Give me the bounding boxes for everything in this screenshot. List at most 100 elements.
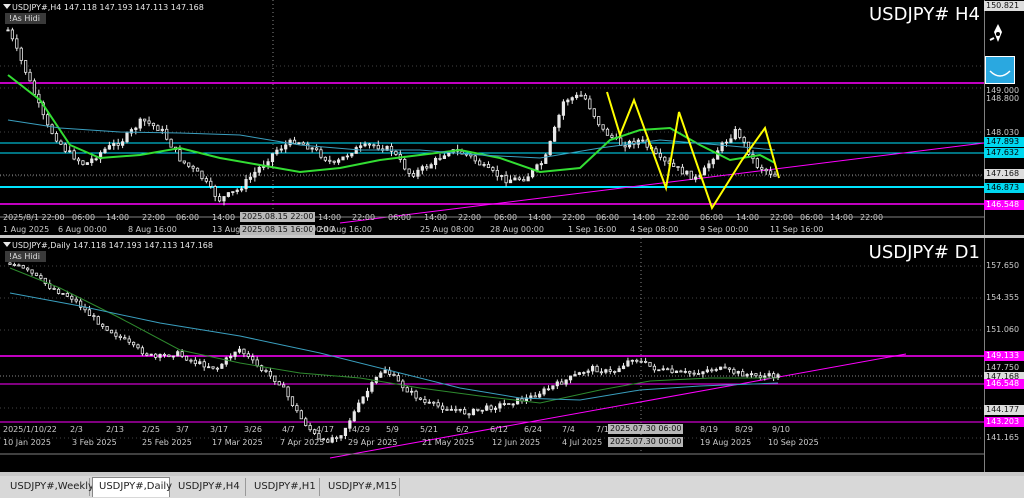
tab-weekly[interactable]: USDJPY#,Weekly — [4, 478, 94, 496]
candle-body — [724, 141, 729, 144]
candle-body — [749, 373, 754, 376]
candle-body — [745, 374, 749, 377]
candle-body — [220, 363, 224, 369]
candle-body — [237, 348, 242, 353]
d1-chart-panel[interactable]: USDJPY#,Daily 147.118 147.193 147.113 14… — [0, 238, 1024, 472]
crosshair-time-box: 2025.08.15 22:00 — [240, 212, 316, 222]
candle-body — [39, 275, 43, 279]
candle-body — [763, 375, 767, 378]
candle-body — [301, 142, 305, 145]
candle-body — [522, 179, 526, 182]
candle-body — [361, 396, 365, 404]
candle-body — [498, 403, 502, 409]
candle-body — [473, 155, 477, 162]
candle-body — [339, 435, 343, 439]
candle-body — [343, 427, 348, 436]
candle-body — [566, 99, 570, 103]
candle-body — [423, 399, 427, 403]
time-label: 3/17 — [210, 425, 228, 434]
candle-body — [332, 160, 336, 163]
candle-body — [401, 380, 405, 389]
candle-body — [156, 125, 160, 131]
candle-body — [319, 149, 323, 158]
candle-body — [134, 127, 138, 130]
candle-body — [418, 397, 423, 400]
candle-body — [195, 167, 200, 172]
indicator-icon[interactable] — [985, 56, 1015, 84]
candle-body — [74, 298, 78, 302]
candle-body — [764, 168, 768, 172]
candle-body — [676, 166, 680, 168]
candle-body — [286, 386, 290, 398]
time-label: 3/7 — [176, 425, 189, 434]
candle-body — [244, 179, 248, 190]
candle-body — [610, 134, 614, 138]
time-label: 11 Sep 16:00 — [770, 225, 824, 234]
candle-body — [160, 128, 164, 131]
h4-chart-canvas[interactable] — [0, 0, 984, 235]
candle-body — [658, 153, 662, 158]
candle-body — [507, 403, 511, 406]
tab-h4[interactable]: USDJPY#,H4 — [172, 478, 246, 496]
candle-body — [12, 264, 17, 266]
candle-body — [389, 145, 394, 152]
candle-body — [394, 150, 398, 155]
time-label: 6/2 — [456, 425, 469, 434]
time-label: 7/1 — [596, 425, 609, 434]
collapse-triangle-icon[interactable] — [3, 242, 11, 247]
candle-body — [213, 186, 217, 197]
crosshair-time-box: 2025.07.30 06:00 — [608, 424, 684, 434]
candle-body — [663, 156, 667, 162]
candle-body — [290, 396, 295, 407]
candle-body — [211, 366, 215, 369]
d1-chart-title: USDJPY# D1 — [868, 242, 980, 263]
collapse-triangle-icon[interactable] — [3, 4, 11, 9]
candle-body — [564, 379, 568, 385]
candle-body — [359, 145, 363, 148]
candle-body — [454, 408, 458, 411]
time-label: 9/10 — [772, 425, 790, 434]
d1-chart-canvas[interactable] — [0, 238, 984, 472]
time-label: 2/13 — [106, 425, 124, 434]
candle-body — [411, 173, 416, 177]
candle-body — [112, 143, 116, 146]
time-label: 12 Jun 2025 — [492, 438, 541, 447]
candle-body — [670, 368, 674, 373]
candle-body — [323, 156, 327, 161]
candle-body — [635, 359, 639, 362]
h4-as-hidi-label[interactable]: !As Hidi — [5, 13, 46, 24]
candle-body — [478, 160, 482, 166]
candle-body — [688, 371, 692, 374]
candle-body — [526, 176, 530, 182]
tab-m15[interactable]: USDJPY#,M15 — [322, 478, 400, 496]
time-label: 14:00 — [736, 213, 760, 222]
candle-body — [723, 366, 727, 369]
time-label: 4/17 — [316, 425, 334, 434]
candle-body — [337, 159, 341, 163]
candle-body — [138, 118, 142, 129]
time-label: 2025/1/10/22 — [3, 425, 57, 434]
tab-daily[interactable]: USDJPY#,Daily — [92, 477, 172, 497]
candle-body — [582, 372, 586, 374]
time-label: 4/29 — [352, 425, 370, 434]
candle-body — [268, 370, 273, 377]
time-label: 19 Aug 2025 — [700, 438, 752, 447]
tab-h1[interactable]: USDJPY#,H1 — [248, 478, 320, 496]
candle-body — [193, 359, 197, 365]
d1-as-hidi-label[interactable]: !As Hidi — [5, 251, 46, 262]
candle-body — [372, 144, 376, 147]
h4-chart-panel[interactable]: USDJPY#,H4 147.118 147.193 147.113 147.1… — [0, 0, 1024, 235]
candle-body — [577, 372, 581, 375]
price-label: 144.177 — [984, 405, 1024, 415]
candle-body — [109, 329, 114, 334]
pen-tool-icon[interactable] — [986, 22, 1010, 46]
candle-body — [442, 155, 446, 159]
candle-body — [182, 160, 186, 164]
candle-body — [568, 375, 573, 381]
candle-body — [145, 353, 149, 356]
candle-body — [189, 359, 193, 362]
candle-body — [702, 167, 707, 176]
candle-body — [178, 149, 182, 162]
candle-body — [367, 143, 372, 146]
candle-body — [363, 143, 367, 147]
